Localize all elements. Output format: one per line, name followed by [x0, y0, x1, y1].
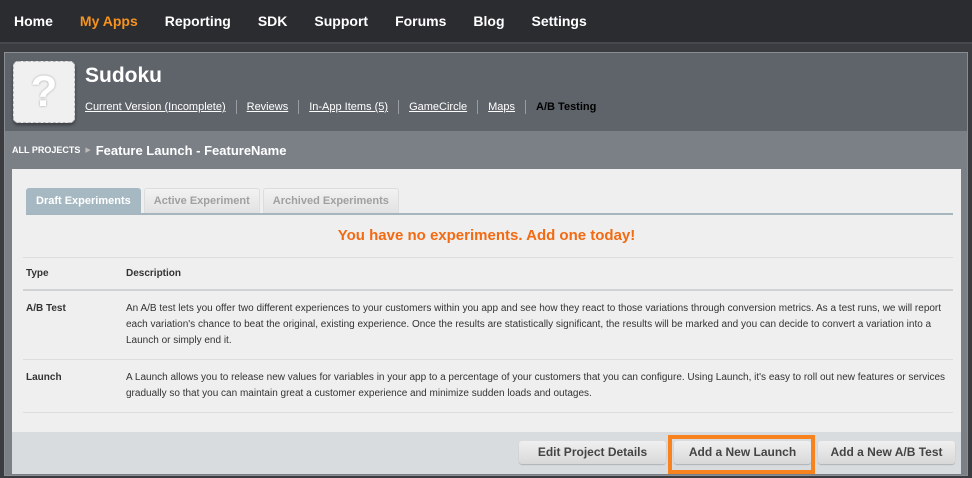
link-maps[interactable]: Maps	[488, 101, 515, 113]
edit-project-details-button[interactable]: Edit Project Details	[519, 441, 666, 464]
link-in-app-items[interactable]: In-App Items (5)	[309, 101, 388, 113]
table-row: A/B Test An A/B test lets you offer two d…	[23, 289, 953, 360]
nav-forums[interactable]: Forums	[395, 13, 446, 29]
link-current-version[interactable]: Current Version (Incomplete)	[85, 101, 226, 113]
breadcrumb: ALL PROJECTS ▶ Feature Launch - FeatureN…	[5, 131, 967, 169]
breadcrumb-all-projects[interactable]: ALL PROJECTS	[12, 145, 80, 155]
tab-draft-experiments[interactable]: Draft Experiments	[26, 188, 141, 213]
header-type: Type	[23, 257, 123, 291]
highlight-box	[668, 435, 815, 474]
description-cell: An A/B test lets you offer two different…	[123, 289, 953, 360]
nav-sdk[interactable]: SDK	[258, 13, 288, 29]
top-nav: Home My Apps Reporting SDK Support Forum…	[0, 0, 972, 44]
tab-archived-experiments[interactable]: Archived Experiments	[262, 188, 399, 213]
app-header: ? Sudoku Current Version (Incomplete) Re…	[5, 53, 967, 131]
nav-reporting[interactable]: Reporting	[165, 13, 231, 29]
page-title: Feature Launch - FeatureName	[95, 142, 287, 158]
experiment-types-table: Type Description A/B Test An A/B test lets…	[23, 257, 953, 413]
divider	[235, 100, 237, 114]
tab-bar: Draft Experiments Active Experiment Arch…	[26, 188, 953, 215]
divider	[398, 100, 400, 114]
app-placeholder-icon: ?	[13, 61, 75, 123]
divider	[298, 100, 300, 114]
table-row: Launch A Launch allows you to release new…	[23, 359, 953, 413]
app-container: ? Sudoku Current Version (Incomplete) Re…	[4, 52, 968, 476]
chevron-right-icon: ▶	[85, 147, 91, 154]
header-description: Description	[123, 257, 953, 291]
link-reviews[interactable]: Reviews	[247, 101, 289, 113]
app-subnav: Current Version (Incomplete) Reviews In-…	[85, 100, 596, 114]
link-ab-testing-current: A/B Testing	[536, 101, 597, 113]
app-title: Sudoku	[85, 64, 162, 87]
nav-my-apps[interactable]: My Apps	[80, 13, 138, 29]
type-cell: A/B Test	[23, 289, 123, 360]
divider	[525, 100, 527, 114]
nav-support[interactable]: Support	[314, 13, 368, 29]
action-footer: Edit Project Details Add a New Launch Ad…	[12, 432, 961, 474]
add-new-ab-test-button[interactable]: Add a New A/B Test	[818, 441, 955, 464]
nav-settings[interactable]: Settings	[532, 13, 587, 29]
nav-home[interactable]: Home	[14, 13, 53, 29]
divider	[477, 100, 479, 114]
description-cell: A Launch allows you to release new value…	[123, 359, 953, 413]
link-gamecircle[interactable]: GameCircle	[409, 101, 467, 113]
empty-message: You have no experiments. Add one today!	[337, 227, 636, 244]
experiments-panel: Draft Experiments Active Experiment Arch…	[12, 169, 961, 474]
nav-blog[interactable]: Blog	[473, 13, 504, 29]
type-cell: Launch	[23, 359, 123, 413]
tab-active-experiment[interactable]: Active Experiment	[143, 188, 260, 213]
